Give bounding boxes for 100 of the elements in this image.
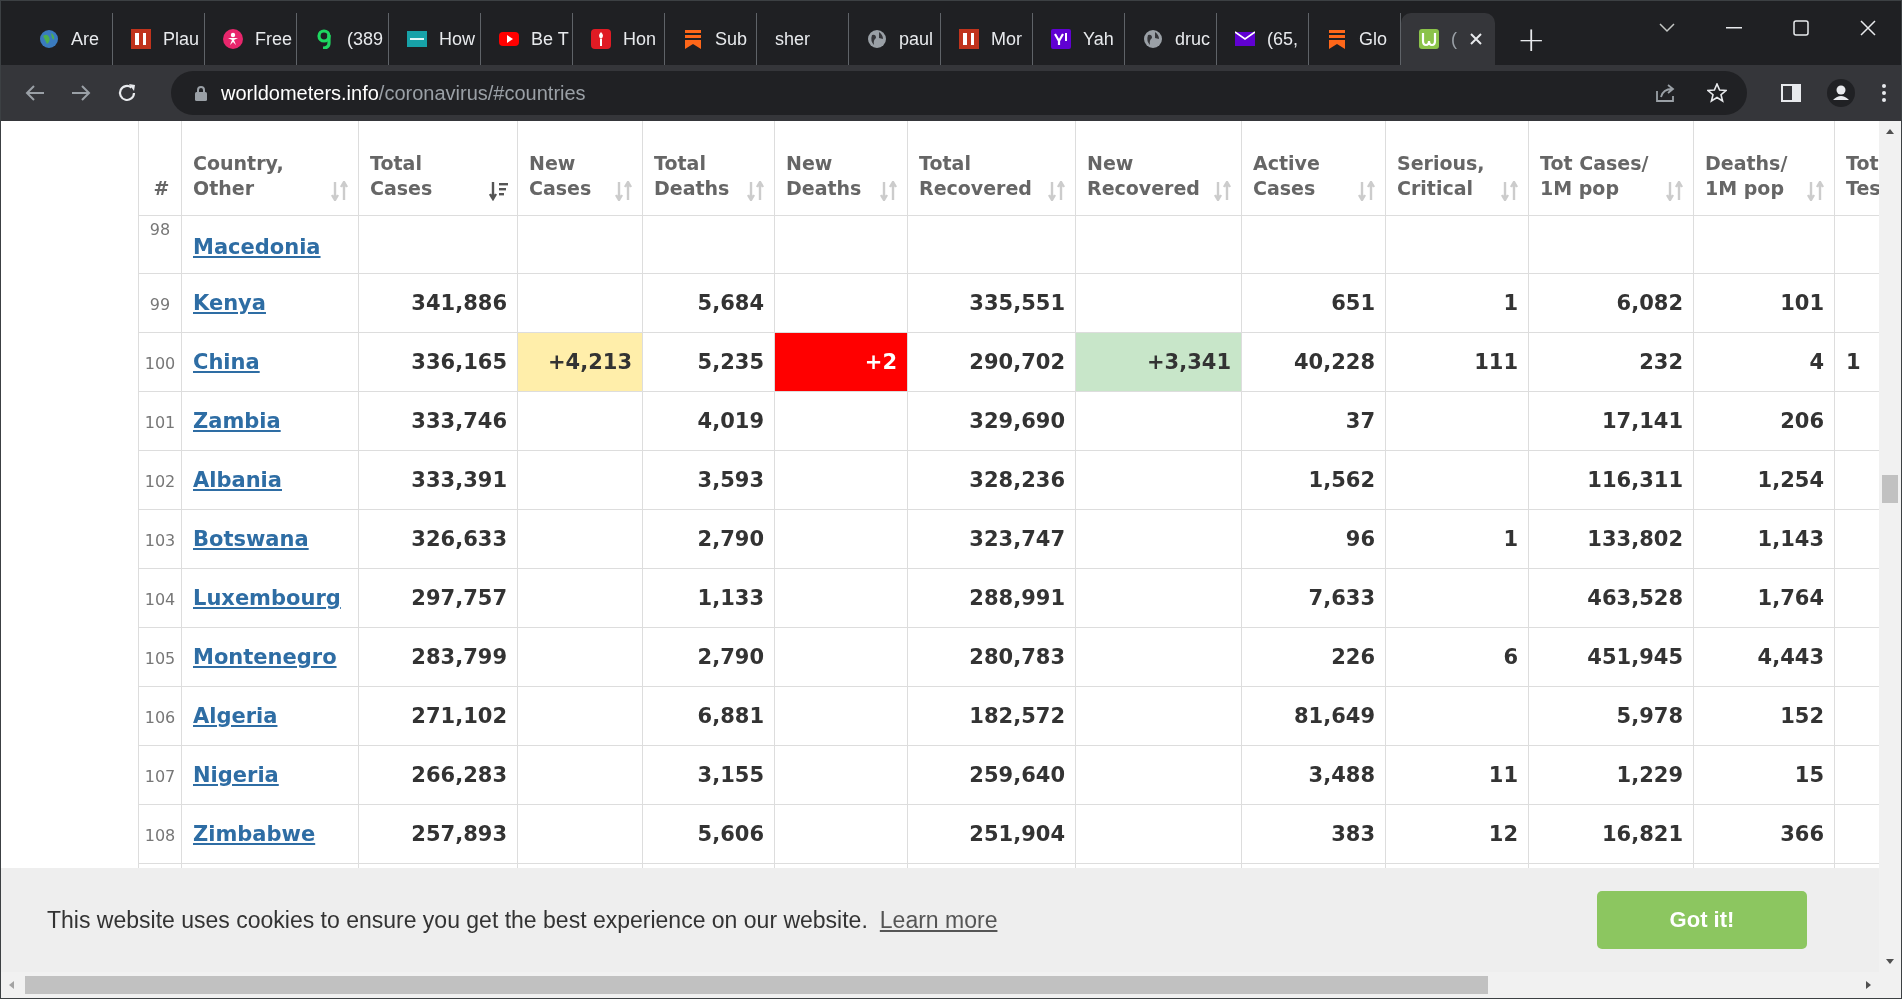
country-link[interactable]: China [193,350,260,374]
share-icon[interactable] [1655,83,1677,103]
profile-icon[interactable] [1827,79,1855,107]
star-icon[interactable] [1707,83,1727,103]
table-cell: 329,690 [969,409,1065,433]
table-cell: 1,562 [1308,468,1375,492]
table-cell: 335,551 [969,291,1065,315]
row-number: 105 [144,649,176,668]
vertical-scrollbar[interactable] [1879,121,1901,972]
table-cell: 383 [1331,822,1375,846]
side-panel-icon[interactable] [1781,84,1801,102]
row-number: 107 [144,767,176,786]
browser-tab[interactable]: ( [1401,13,1495,65]
back-arrow-icon[interactable] [25,84,45,102]
close-icon[interactable] [1469,32,1483,46]
table-cell: 290,702 [969,350,1065,374]
table-cell: 651 [1331,291,1375,315]
table-cell: 232 [1639,350,1683,374]
figure-icon [223,29,243,49]
table-cell: 333,746 [411,409,507,433]
table-cell: 6,881 [697,704,764,728]
table-cell: 5,978 [1616,704,1683,728]
address-bar[interactable]: worldometers.info/coronavirus/#countries [171,71,1747,115]
table-cell: 341,886 [411,291,507,315]
table-cell: 463,528 [1587,586,1683,610]
menu-icon[interactable] [1881,83,1887,103]
row-number: 101 [144,413,176,432]
play-icon [499,29,519,49]
table-cell: 333,391 [411,468,507,492]
maximize-icon[interactable] [1793,20,1809,36]
globe-icon [1143,29,1163,49]
close-icon[interactable] [1860,20,1876,36]
table-cell: 283,799 [411,645,507,669]
bookmark-icon [1327,29,1347,49]
envelope-icon [1235,29,1255,49]
reload-icon[interactable] [117,83,137,103]
country-link[interactable]: Nigeria [193,763,279,787]
scroll-right-icon[interactable] [1863,980,1873,990]
table-cell: 280,783 [969,645,1065,669]
row-number: 100 [144,354,176,373]
table-cell: 1,229 [1616,763,1683,787]
country-link[interactable]: Albania [193,468,282,492]
table-cell: 133,802 [1587,527,1683,551]
table-cell: 1,764 [1757,586,1824,610]
table-cell: 226 [1331,645,1375,669]
table-cell: 328,236 [969,468,1065,492]
table-cell: 366 [1780,822,1824,846]
forward-arrow-icon[interactable] [71,84,91,102]
row-number: 106 [144,708,176,727]
table-cell: 206 [1780,409,1824,433]
table-cell: 7,633 [1308,586,1375,610]
new-tab-button[interactable]: + [1511,22,1552,56]
table-cell: 451,945 [1587,645,1683,669]
chevron-down-icon[interactable] [1659,23,1675,33]
table-cell: 297,757 [411,586,507,610]
table-cell: 259,640 [969,763,1065,787]
country-link[interactable]: Zambia [193,409,281,433]
scrollbar-thumb[interactable] [1882,475,1898,503]
table-cell: 251,904 [969,822,1065,846]
table-cell: 5,684 [697,291,764,315]
table-cell: 4,443 [1757,645,1824,669]
table-cell: 111 [1474,350,1518,374]
learn-more-link[interactable]: Learn more [879,906,998,934]
globe-icon [39,29,59,49]
horizontal-scrollbar[interactable] [1,972,1901,998]
table-cell: 1 [1503,291,1518,315]
table-cell: 3,593 [697,468,764,492]
table-cell: 4 [1809,350,1824,374]
letter-icon [1051,29,1071,49]
table-cell: 1,254 [1757,468,1824,492]
table-cell: 17,141 [1601,409,1683,433]
minimize-icon[interactable] [1726,27,1742,29]
sort-descending-icon[interactable] [489,181,509,201]
country-link[interactable]: Kenya [193,291,266,315]
row-number: 104 [144,590,176,609]
torch-icon [591,29,611,49]
table-cell: 1,143 [1757,527,1824,551]
row-number: 99 [149,295,171,314]
column-header: Tot Tes [1846,151,1879,201]
table-cell: 15 [1794,763,1824,787]
table-cell: 11 [1488,763,1518,787]
table-cell: 3,488 [1308,763,1375,787]
table-cell: 37 [1345,409,1375,433]
column-header: # [153,176,170,201]
table-cell: +3,341 [1075,332,1242,392]
country-link[interactable]: Algeria [193,704,278,728]
table-cell: 2,790 [697,527,764,551]
lock-icon [195,85,207,101]
table-cell: 40,228 [1293,350,1375,374]
table-cell: 336,165 [411,350,507,374]
table-cell: 101 [1780,291,1824,315]
row-number: 98 [149,220,171,239]
table-cell: +4,213 [517,332,643,392]
table-cell: 81,649 [1293,704,1375,728]
table-cell: +2 [774,332,908,392]
scrollbar-thumb[interactable] [25,976,1488,994]
globe-icon [867,29,887,49]
row-number: 103 [144,531,176,550]
table-cell: 288,991 [969,586,1065,610]
table-cell: 1 [1503,527,1518,551]
